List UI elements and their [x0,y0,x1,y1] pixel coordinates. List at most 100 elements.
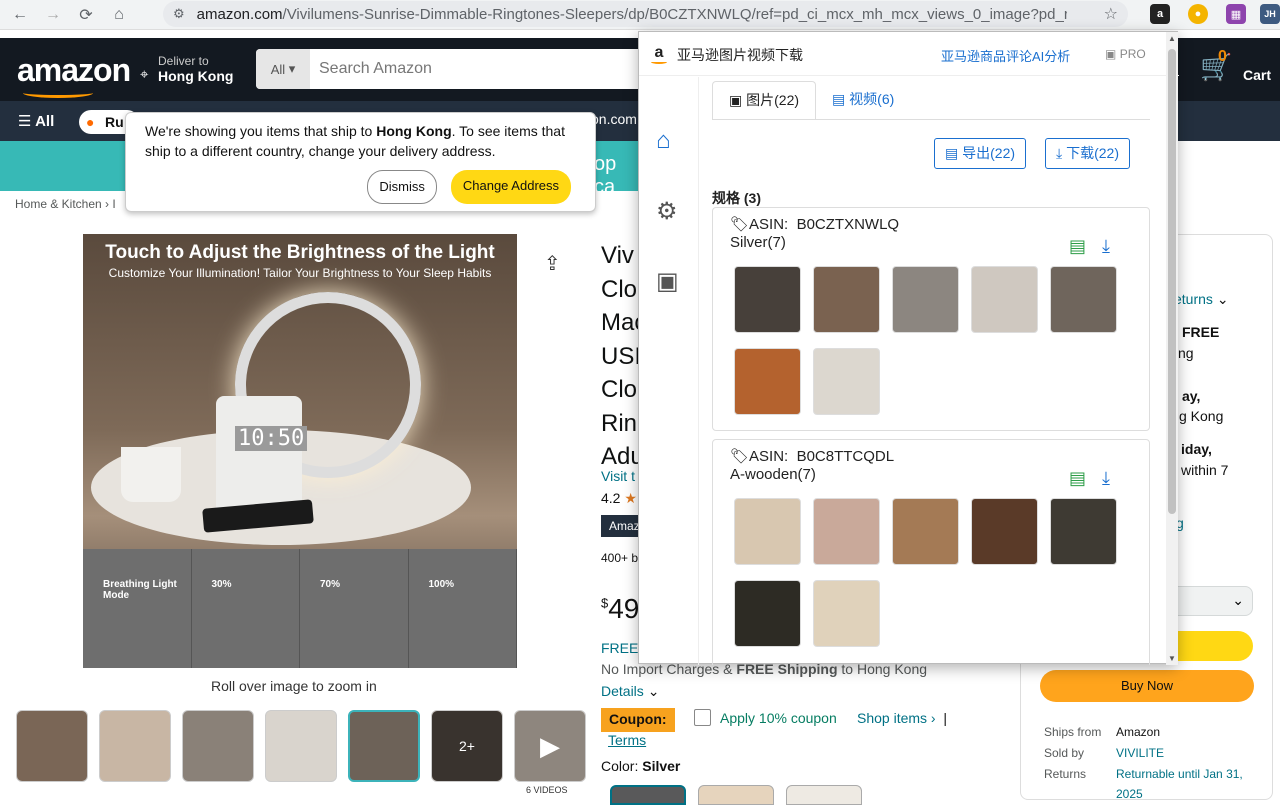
variant-image[interactable] [734,348,801,415]
variant-image[interactable] [813,266,880,333]
variant-image[interactable] [813,498,880,565]
change-address-button[interactable]: Change Address [450,170,571,204]
main-product-image[interactable]: Touch to Adjust the Brightness of the Li… [83,234,517,668]
returns-policy-link[interactable]: Returnable until Jan 31, 2025 [1116,764,1246,804]
terms-link[interactable]: Terms [608,732,646,748]
download-button[interactable]: ⤓ 下载(22) [1045,138,1130,169]
home-icon[interactable]: ⌂ [106,2,132,28]
box-icon[interactable]: ▣ [656,267,679,296]
export-sheet-icon[interactable]: ▤ [1069,468,1086,489]
play-icon: ▶ [515,711,585,781]
popup-header: a 亚马逊图片视频下载 亚马逊商品评论AI分析 ▣ PRO [639,32,1179,76]
fastest-day: iday, [1181,441,1212,457]
cart-button[interactable]: 🛒 0 Cart [1200,48,1271,83]
image-subheading: Customize Your Illumination! Tailor Your… [108,266,492,280]
image-grid [734,498,1134,647]
forward-icon[interactable]: → [40,2,66,28]
search-scope-label: All [270,61,286,77]
home-icon[interactable]: ⌂ [656,127,671,155]
asin-value: B0CZTXNWLQ [796,216,900,233]
scrollbar-thumb[interactable] [1168,49,1176,514]
delivery-text: ng [1178,345,1194,361]
seller-link[interactable]: VIVILITE [1116,746,1164,760]
scroll-up-icon[interactable]: ▲ [1168,34,1176,43]
coupon-text[interactable]: Apply 10% coupon [720,710,837,726]
profile-avatar[interactable]: JH [1260,4,1280,24]
free-delivery-link[interactable]: FREE [601,640,638,656]
popup-scrollbar[interactable]: ▲ ▼ [1166,32,1178,665]
variant-image[interactable] [734,580,801,647]
deliver-to[interactable]: ⌖ Deliver to Hong Kong [140,54,233,84]
breadcrumb[interactable]: Home & Kitchen › I [15,197,116,211]
tooltip-text: We're showing you items that ship to [145,123,377,139]
extension-popup: a 亚马逊图片视频下载 亚马逊商品评论AI分析 ▣ PRO ⌂ ⚙ ▣ ▣ 图片… [638,31,1179,665]
info-key: Ships from [1044,725,1102,739]
variant-name: Silver(7) [730,234,786,251]
swatch-wooden[interactable] [698,785,774,805]
variant-image[interactable] [892,266,959,333]
thumbnail-more[interactable]: 2+ [431,710,503,782]
thumbnail-selected[interactable] [348,710,420,782]
search-input[interactable]: Search Amazon [310,49,432,89]
bookmark-star-icon[interactable]: ☆ [1104,4,1118,24]
variant-image[interactable] [813,348,880,415]
back-icon[interactable]: ← [7,2,33,28]
site-info-icon[interactable]: ⚙ [173,6,185,22]
thumbnail[interactable] [265,710,337,782]
rating[interactable]: 4.2 ★ [601,490,637,507]
image-heading: Touch to Adjust the Brightness of the Li… [105,242,495,263]
panel-label: 100% [428,579,455,590]
download-icon[interactable]: ⤓ [1102,236,1110,257]
details-link[interactable]: Details ⌄ [601,683,659,700]
visit-store-link[interactable]: Visit t [601,468,635,484]
tab-videos[interactable]: ▤ 视频(6) [816,81,910,120]
tag-icon: 🏷 [730,216,750,233]
variant-image[interactable] [734,498,801,565]
swatch-other[interactable] [786,785,862,805]
thumbnail[interactable] [16,710,88,782]
coupon-checkbox[interactable] [694,709,711,726]
tab-images[interactable]: ▣ 图片(22) [712,81,817,120]
swatch-silver[interactable] [610,785,686,805]
url-text[interactable]: amazon.com/Vivilumens-Sunrise-Dimmable-R… [197,6,1067,23]
cart-icon: 🛒 [1200,52,1233,82]
search-scope-select[interactable]: All ▾ [256,49,310,89]
clock-graphic [216,396,302,516]
extension-icon-pixel[interactable]: ▦ [1226,4,1246,24]
download-icon[interactable]: ⤓ [1102,468,1110,489]
address-bar[interactable]: ⚙ amazon.com/Vivilumens-Sunrise-Dimmable… [163,1,1128,27]
video-thumbnail[interactable]: ▶ [514,710,586,782]
dismiss-button[interactable]: Dismiss [367,170,437,204]
variant-image[interactable] [734,266,801,333]
export-sheet-icon[interactable]: ▤ [1069,236,1086,257]
all-menu-button[interactable]: ☰ All [18,112,54,130]
asin-label: ASIN: [749,448,789,465]
variant-image[interactable] [971,266,1038,333]
chevron-down-icon: ⌄ [1232,592,1244,608]
scroll-down-icon[interactable]: ▼ [1168,654,1176,663]
cart-label: Cart [1243,67,1272,83]
amazon-logo[interactable]: amazon [17,52,131,98]
export-button[interactable]: ▤ 导出(22) [934,138,1027,169]
thumbnail[interactable] [99,710,171,782]
nav-text-fragment[interactable]: on.com [591,111,637,127]
video-icon: ▤ [832,91,846,107]
buy-now-button[interactable]: Buy Now [1040,670,1254,702]
tab-images-label: 图片(22) [746,92,800,108]
coffee-cup-graphic [121,447,181,502]
variant-image[interactable] [1050,498,1117,565]
reload-icon[interactable]: ⟳ [73,2,99,28]
variant-image[interactable] [971,498,1038,565]
ai-review-link[interactable]: 亚马逊商品评论AI分析 [941,46,1070,65]
share-icon[interactable]: ⇪ [544,251,561,276]
variant-image[interactable] [892,498,959,565]
thumbnail[interactable] [182,710,254,782]
gear-icon[interactable]: ⚙ [656,197,678,226]
extension-icon-yellow[interactable]: ● [1188,4,1208,24]
amazon-extension-icon[interactable]: a [1150,4,1170,24]
shop-items-link[interactable]: Shop items › | [857,710,947,726]
returns-link[interactable]: eturns ⌄ [1174,291,1229,308]
pro-badge[interactable]: ▣ PRO [1105,47,1146,61]
variant-image[interactable] [1050,266,1117,333]
variant-image[interactable] [813,580,880,647]
